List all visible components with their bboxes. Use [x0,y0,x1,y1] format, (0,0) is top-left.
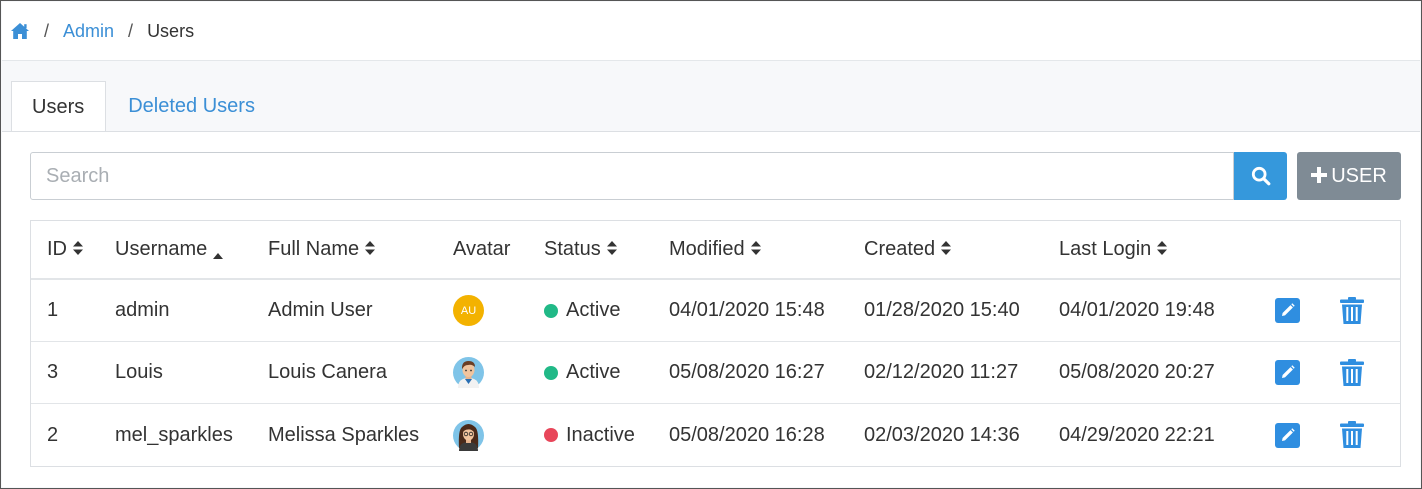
breadcrumb: / Admin / Users [2,2,1420,61]
edit-icon[interactable] [1275,342,1300,403]
cell-id: 2 [47,423,59,446]
app-frame: / Admin / Users Users Deleted Users Sear… [0,0,1422,489]
column-header-modified[interactable]: Modified [669,221,761,278]
column-header-created[interactable]: Created [864,221,952,278]
cell-id: 1 [47,299,59,321]
breadcrumb-link-admin[interactable]: Admin [63,21,114,42]
column-header-label: Avatar [453,238,511,260]
status-text: Active [566,361,621,383]
column-header-id[interactable]: ID [47,221,83,278]
female-avatar-icon [453,419,484,451]
sort-both-icon [73,238,83,261]
cell-avatar [453,404,484,466]
cell-created: 02/03/2020 14:36 [864,423,1020,446]
cell-id: 3 [47,361,59,383]
sort-both-icon [606,238,617,261]
column-header-label: Full Name [268,238,360,260]
column-header-label: Modified [669,238,745,260]
add-user-button[interactable]: USER [1297,152,1401,200]
plus-icon [1311,164,1328,188]
cell-created: 01/28/2020 15:40 [864,299,1020,321]
column-header-label: ID [47,238,67,260]
cell-status: Active [544,342,620,403]
cell-last-login: 05/08/2020 20:27 [1059,361,1215,383]
column-header-label: Status [544,238,601,260]
search-icon [1251,166,1271,186]
breadcrumb-current: Users [147,20,195,41]
cell-created: 02/12/2020 11:27 [864,361,1019,383]
breadcrumb-separator: / [44,20,50,41]
column-header-avatar: Avatar [453,221,510,278]
cell-full-name: Melissa Sparkles [268,423,420,446]
cell-full-name: Admin User [268,299,373,321]
cell-status: Active [544,280,620,341]
status-active-dot [544,365,558,380]
column-header-label: Last Login [1059,238,1152,260]
cell-username: Louis [115,361,163,383]
column-header-username[interactable]: Username [115,221,224,278]
status-text: Active [566,299,621,321]
trash-icon[interactable] [1340,342,1364,403]
cell-full-name: Louis Canera [268,361,387,383]
cell-username: mel_sparkles [115,423,233,446]
tab-bar: Users Deleted Users [11,81,1420,132]
tab-deleted-users[interactable]: Deleted Users [106,81,276,132]
trash-icon[interactable] [1340,404,1364,466]
cell-username: admin [115,299,170,321]
column-header-label: Created [864,238,936,260]
status-text: Inactive [566,423,635,446]
status-inactive-dot [544,428,558,442]
table-row: 1 admin Admin User AU Active 04/01/2020 … [31,280,1400,342]
sort-both-icon [750,238,761,261]
cell-last-login: 04/01/2020 19:48 [1059,299,1215,321]
sort-asc-icon [213,243,224,266]
search-button[interactable] [1234,152,1287,200]
sort-both-icon [1157,238,1168,261]
edit-icon[interactable] [1275,404,1300,466]
table-row: 2 mel_sparkles Melissa Sparkles Inactive… [31,404,1400,466]
users-panel: USER ID Username Full Name [2,131,1420,487]
cell-last-login: 04/29/2020 22:21 [1059,423,1215,446]
status-active-dot [544,303,558,318]
edit-icon[interactable] [1275,280,1300,341]
cell-avatar [453,342,484,403]
search-input[interactable] [30,152,1234,200]
cell-status: Inactive [544,404,635,466]
table-header-row: ID Username Full Name Avatar Status Modi… [31,221,1400,280]
avatar: AU [453,295,484,326]
tab-users[interactable]: Users [11,81,107,132]
breadcrumb-separator: / [128,20,134,41]
cell-avatar: AU [453,280,484,341]
users-table: ID Username Full Name Avatar Status Modi… [30,220,1401,467]
cell-modified: 05/08/2020 16:27 [669,361,825,383]
column-header-label: Username [115,238,208,260]
column-header-full-name[interactable]: Full Name [268,221,376,278]
cell-modified: 04/01/2020 15:48 [669,299,825,321]
home-icon[interactable] [10,22,30,40]
table-row: 3 Louis Louis Canera Active 05/08/2020 1… [31,342,1400,404]
column-header-last-login[interactable]: Last Login [1059,221,1168,278]
trash-icon[interactable] [1340,280,1364,341]
column-header-status[interactable]: Status [544,221,617,278]
add-user-label: USER [1331,164,1387,187]
sort-both-icon [365,238,376,261]
sort-both-icon [941,238,952,261]
cell-modified: 05/08/2020 16:28 [669,423,825,446]
male-avatar-icon [453,357,484,388]
